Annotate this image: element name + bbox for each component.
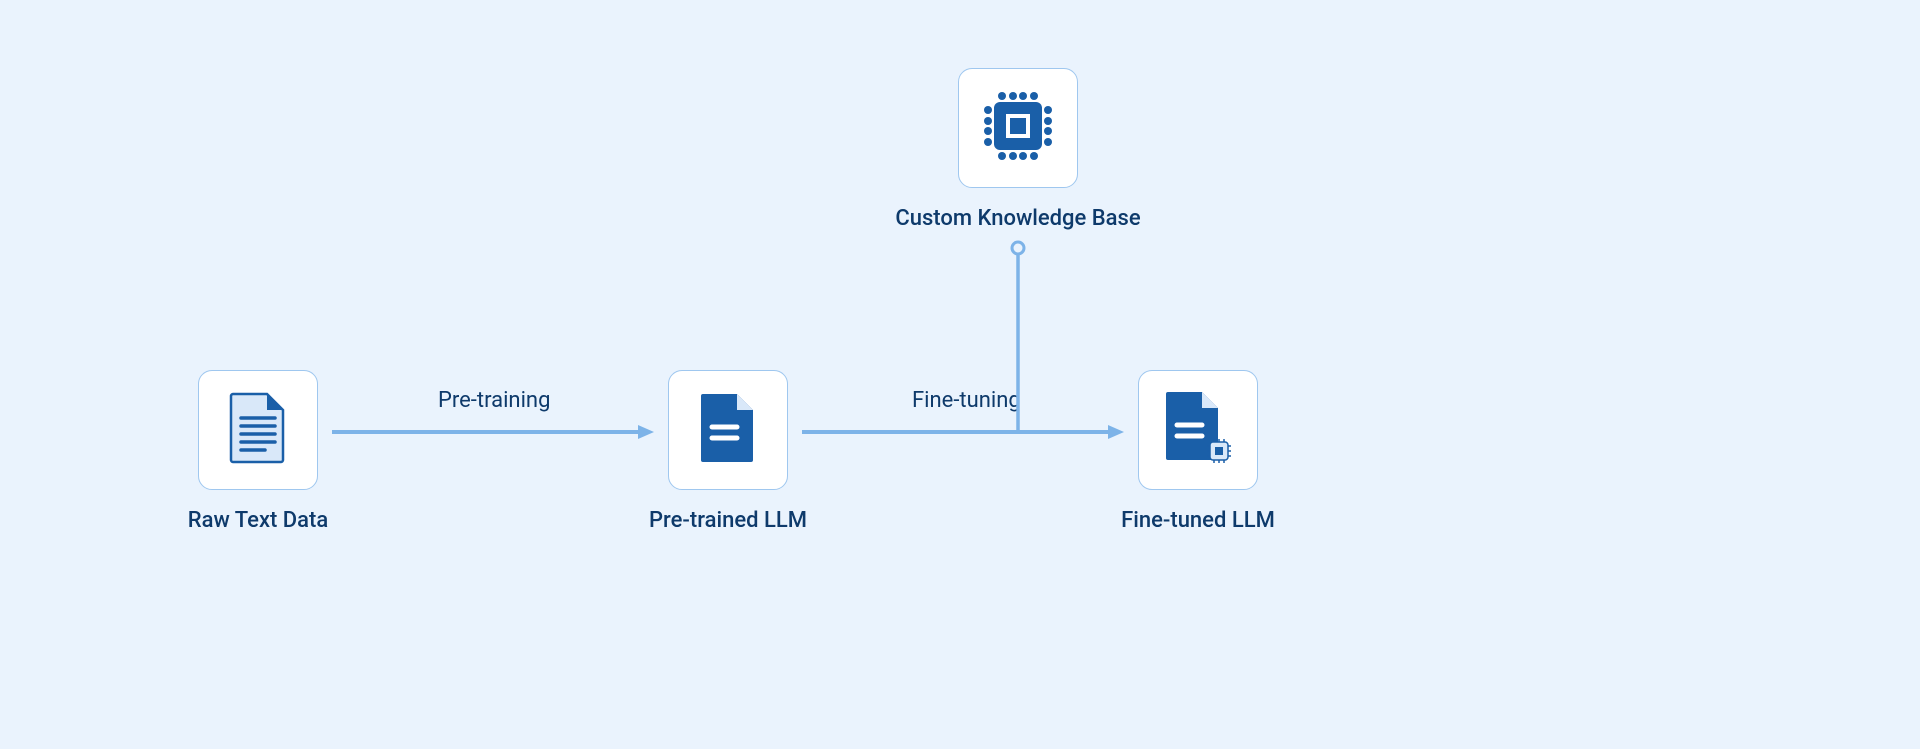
node-custom-kb bbox=[958, 68, 1078, 188]
node-fine-tuned-llm bbox=[1138, 370, 1258, 490]
edge-label-finetuning: Fine-tuning bbox=[912, 388, 1021, 413]
node-label-fine-tuned-llm: Fine-tuned LLM bbox=[1048, 508, 1348, 533]
document-solid-icon bbox=[699, 392, 757, 468]
arrow-finetuning bbox=[802, 424, 1124, 440]
node-label-raw-text-data: Raw Text Data bbox=[108, 508, 408, 533]
edge-label-pretraining: Pre-training bbox=[438, 388, 550, 413]
document-chip-icon bbox=[1162, 390, 1234, 470]
node-label-custom-kb: Custom Knowledge Base bbox=[868, 206, 1168, 231]
chip-icon bbox=[977, 85, 1059, 171]
document-lines-icon bbox=[229, 392, 287, 468]
diagram-canvas: Raw Text Data Pre-trained LLM bbox=[0, 0, 1920, 749]
connector-kb bbox=[1010, 240, 1026, 430]
node-raw-text-data bbox=[198, 370, 318, 490]
node-label-pretrained-llm: Pre-trained LLM bbox=[578, 508, 878, 533]
arrow-pretraining bbox=[332, 424, 654, 440]
node-pretrained-llm bbox=[668, 370, 788, 490]
